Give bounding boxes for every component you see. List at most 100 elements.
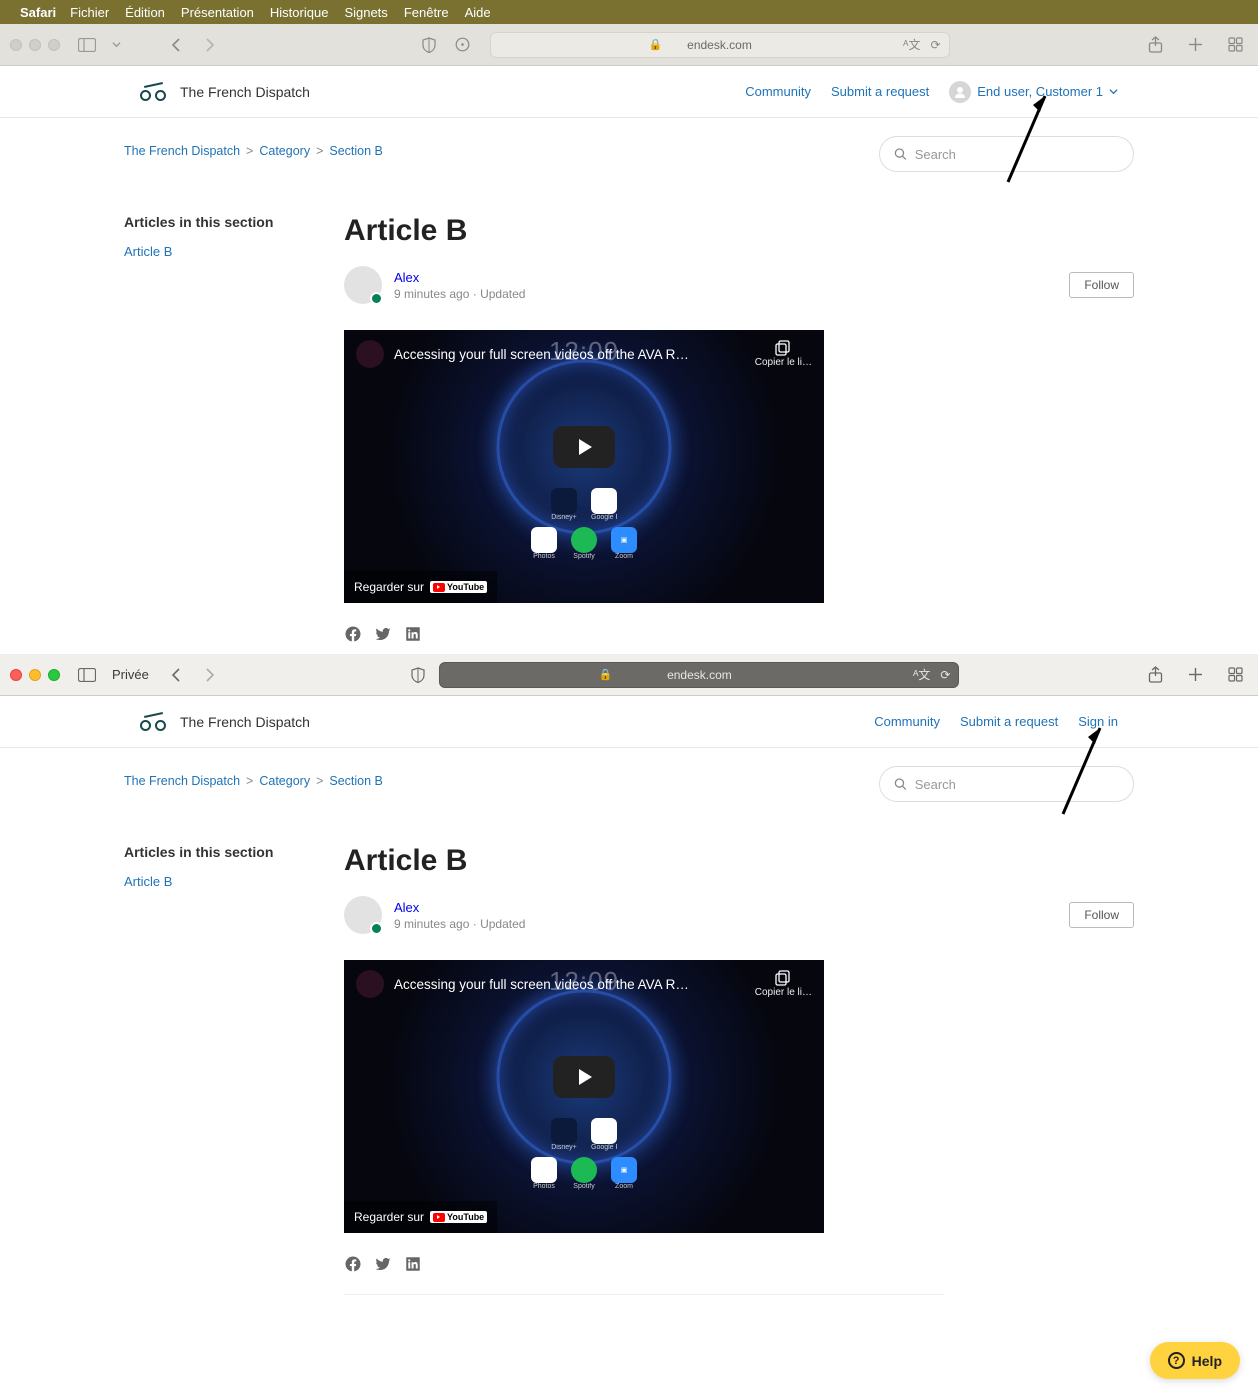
watch-on-youtube[interactable]: Regarder sur YouTube — [344, 1201, 497, 1233]
channel-avatar-icon — [356, 970, 384, 998]
article-sidebar: Articles in this section Article B — [124, 844, 314, 1295]
menu-view[interactable]: Présentation — [181, 5, 254, 20]
tab-overview-icon[interactable] — [1222, 664, 1248, 686]
breadcrumb-section[interactable]: Section B — [329, 144, 383, 158]
window-controls[interactable] — [10, 669, 60, 681]
user-name: End user, Customer 1 — [977, 84, 1103, 99]
brand-name[interactable]: The French Dispatch — [180, 84, 310, 100]
play-button-icon[interactable] — [553, 426, 615, 468]
search-box[interactable] — [879, 136, 1134, 172]
nav-community[interactable]: Community — [874, 714, 940, 729]
nav-submit-request[interactable]: Submit a request — [831, 84, 929, 99]
sidebar-toggle-icon[interactable] — [74, 34, 100, 56]
translate-icon[interactable]: ᴬ⁠文 — [903, 36, 920, 53]
breadcrumb-category[interactable]: Category — [259, 774, 310, 788]
translate-icon[interactable]: ᴬ文 — [913, 666, 930, 683]
nav-sign-in[interactable]: Sign in — [1078, 714, 1118, 729]
site-settings-icon[interactable] — [450, 34, 476, 56]
brand-logo-icon[interactable] — [140, 713, 170, 731]
address-bar[interactable]: 🔒 endesk.com ᴬ文 ⟳ — [439, 662, 959, 688]
minimize-window-icon[interactable] — [29, 669, 41, 681]
follow-button[interactable]: Follow — [1069, 902, 1134, 928]
sidebar-toggle-icon[interactable] — [74, 664, 100, 686]
watch-on-youtube[interactable]: Regarder sur YouTube — [344, 571, 497, 603]
minimize-window-icon[interactable] — [29, 39, 41, 51]
browser-window-2: Privée 🔒 endesk.com ᴬ文 ⟳ — [0, 654, 1258, 1295]
menu-bookmarks[interactable]: Signets — [344, 5, 387, 20]
macos-menubar: Safari Fichier Édition Présentation Hist… — [0, 0, 1258, 24]
sidebar-article-link[interactable]: Article B — [124, 874, 314, 889]
author-avatar-icon — [344, 266, 382, 304]
window-controls[interactable] — [10, 39, 60, 51]
twitter-icon[interactable] — [374, 625, 392, 648]
video-title: Accessing your full screen videos off th… — [394, 347, 745, 362]
copy-link-button[interactable]: Copier le li… — [755, 970, 812, 998]
youtube-logo-icon: YouTube — [430, 1211, 487, 1223]
avatar-icon — [949, 81, 971, 103]
breadcrumb-section[interactable]: Section B — [329, 774, 383, 788]
sidebar-heading: Articles in this section — [124, 214, 314, 230]
follow-button[interactable]: Follow — [1069, 272, 1134, 298]
privacy-shield-icon[interactable] — [416, 34, 442, 56]
article-updated: Updated — [480, 287, 525, 301]
breadcrumb: The French Dispatch > Category > Section… — [124, 144, 383, 176]
reload-icon[interactable]: ⟳ — [930, 38, 940, 52]
embedded-video[interactable]: 12:09 Accessing your full screen videos … — [344, 330, 824, 603]
agent-badge-icon — [370, 922, 383, 935]
article-sidebar: Articles in this section Article B — [124, 214, 314, 648]
app-name[interactable]: Safari — [20, 5, 56, 20]
help-widget[interactable]: ? Help — [1150, 1342, 1240, 1379]
linkedin-icon[interactable] — [404, 625, 422, 648]
linkedin-icon[interactable] — [404, 1255, 422, 1278]
reload-icon[interactable]: ⟳ — [940, 668, 950, 682]
facebook-icon[interactable] — [344, 625, 362, 648]
search-input[interactable] — [915, 147, 1119, 162]
article-updated: Updated — [480, 917, 525, 931]
twitter-icon[interactable] — [374, 1255, 392, 1278]
search-icon — [894, 777, 907, 791]
brand-name[interactable]: The French Dispatch — [180, 714, 310, 730]
menu-help[interactable]: Aide — [465, 5, 491, 20]
tab-overview-icon[interactable] — [1222, 34, 1248, 56]
forward-button-icon[interactable] — [197, 664, 223, 686]
address-bar[interactable]: 🔒 endesk.com ᴬ⁠文 ⟳ — [490, 32, 950, 58]
sidebar-heading: Articles in this section — [124, 844, 314, 860]
menu-window[interactable]: Fenêtre — [404, 5, 449, 20]
back-button-icon[interactable] — [163, 664, 189, 686]
zoom-window-icon[interactable] — [48, 39, 60, 51]
breadcrumb-root[interactable]: The French Dispatch — [124, 774, 240, 788]
back-button-icon[interactable] — [163, 34, 189, 56]
close-window-icon[interactable] — [10, 39, 22, 51]
author-link[interactable]: Alex — [394, 270, 419, 285]
facebook-icon[interactable] — [344, 1255, 362, 1278]
close-window-icon[interactable] — [10, 669, 22, 681]
menu-file[interactable]: Fichier — [70, 5, 109, 20]
embedded-video[interactable]: 12:09 Accessing your full screen videos … — [344, 960, 824, 1233]
author-avatar-icon — [344, 896, 382, 934]
agent-badge-icon — [370, 292, 383, 305]
tab-group-chevron-icon[interactable] — [103, 34, 129, 56]
lock-icon: 🔒 — [649, 38, 663, 51]
zoom-window-icon[interactable] — [48, 669, 60, 681]
nav-community[interactable]: Community — [745, 84, 811, 99]
brand-logo-icon[interactable] — [140, 83, 170, 101]
sidebar-article-link[interactable]: Article B — [124, 244, 314, 259]
breadcrumb-category[interactable]: Category — [259, 144, 310, 158]
channel-avatar-icon — [356, 340, 384, 368]
new-tab-icon[interactable] — [1182, 34, 1208, 56]
breadcrumb-root[interactable]: The French Dispatch — [124, 144, 240, 158]
user-menu[interactable]: End user, Customer 1 — [949, 81, 1118, 103]
menu-edit[interactable]: Édition — [125, 5, 165, 20]
copy-link-button[interactable]: Copier le li… — [755, 340, 812, 368]
search-input[interactable] — [915, 777, 1119, 792]
privacy-shield-icon[interactable] — [405, 664, 431, 686]
search-box[interactable] — [879, 766, 1134, 802]
forward-button-icon[interactable] — [197, 34, 223, 56]
new-tab-icon[interactable] — [1182, 664, 1208, 686]
share-icon[interactable] — [1142, 34, 1168, 56]
nav-submit-request[interactable]: Submit a request — [960, 714, 1058, 729]
share-icon[interactable] — [1142, 664, 1168, 686]
play-button-icon[interactable] — [553, 1056, 615, 1098]
menu-history[interactable]: Historique — [270, 5, 329, 20]
author-link[interactable]: Alex — [394, 900, 419, 915]
